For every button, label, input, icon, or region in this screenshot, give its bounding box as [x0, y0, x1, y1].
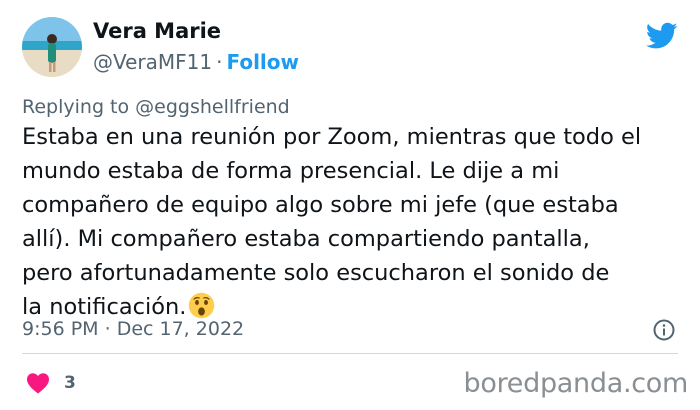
replying-to: Replying to @eggshellfriend [22, 96, 290, 118]
heart-icon[interactable] [26, 372, 50, 394]
author-handle[interactable]: @VeraMF11 [93, 50, 212, 74]
divider [22, 353, 678, 354]
like-count: 3 [64, 373, 76, 393]
tweet-body: Estaba en una reunión por Zoom, mientras… [22, 124, 642, 320]
twitter-bird-icon[interactable] [646, 22, 678, 50]
avatar[interactable] [22, 17, 82, 77]
tweet-timestamp[interactable]: 9:56 PM · Dec 17, 2022 [22, 318, 244, 340]
watermark: boredpanda.com [463, 368, 689, 399]
replying-prefix: Replying to [22, 96, 130, 118]
tweet-time: 9:56 PM [22, 318, 99, 340]
astonished-face-emoji [189, 292, 215, 319]
separator-dot: · [216, 50, 223, 74]
tweet-date: Dec 17, 2022 [116, 318, 245, 340]
info-icon[interactable] [652, 318, 676, 342]
tweet-text: Estaba en una reunión por Zoom, mientras… [22, 120, 682, 324]
author-handle-row: @VeraMF11 · Follow [93, 50, 299, 74]
follow-button[interactable]: Follow [226, 50, 299, 74]
tweet-card: Vera Marie @VeraMF11 · Follow Replying to … [0, 0, 700, 410]
like-action[interactable]: 3 [26, 372, 76, 394]
separator-dot: · [104, 318, 111, 340]
reply-mention-link[interactable]: @eggshellfriend [135, 96, 290, 118]
author-name[interactable]: Vera Marie [93, 19, 221, 43]
